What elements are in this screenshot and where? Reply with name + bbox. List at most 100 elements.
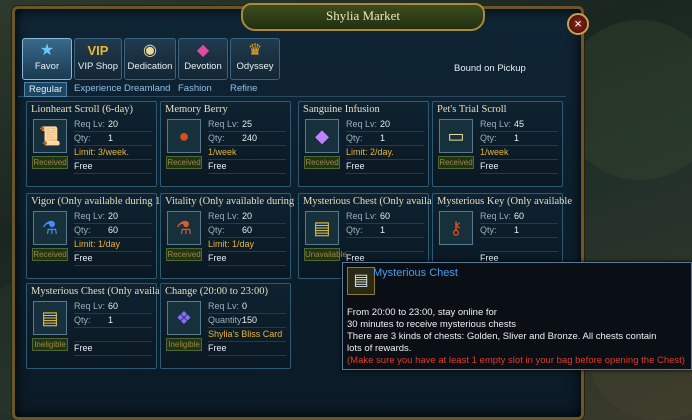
price-value: Free <box>74 343 93 353</box>
quantity-label: Qty: <box>74 133 91 143</box>
subtab-refine[interactable]: Refine <box>226 82 261 95</box>
key-icon[interactable]: ⚷ <box>439 211 473 245</box>
subtab-dreamland[interactable]: Dreamland <box>120 82 174 95</box>
close-button[interactable]: × <box>567 13 589 35</box>
price-value: Free <box>208 343 227 353</box>
price-row: Free <box>74 252 152 266</box>
req-level-label: Req Lv: <box>208 119 240 129</box>
star-icon: ★ <box>39 42 55 59</box>
req-level-row: Req Lv: 60 <box>480 210 558 224</box>
quantity-row: Qty: 1 <box>480 224 558 238</box>
item-name: Vigor (Only available during 18:00 <box>31 196 180 207</box>
tab-dedication[interactable]: ◉ Dedication <box>124 38 176 80</box>
status-button[interactable]: Received <box>304 156 340 169</box>
limit-row <box>480 238 558 252</box>
chest-icon[interactable]: ▤ <box>305 211 339 245</box>
quantity-row: Quantity:150 <box>208 314 286 328</box>
eye-icon: ◉ <box>143 42 157 59</box>
chest-icon[interactable]: ▤ <box>33 301 67 335</box>
req-level-row: Req Lv: 20 <box>208 210 286 224</box>
item-card[interactable]: Vitality (Only available during 18:00 ⚗ Re… <box>160 193 321 279</box>
parchment-icon[interactable]: ▭ <box>439 119 473 153</box>
price-value: Free <box>346 161 365 171</box>
potion-icon[interactable]: ⚗ <box>33 211 67 245</box>
item-card[interactable]: Memory Berry ● Received Req Lv: 25 Qty: 240 1/w… <box>160 101 291 187</box>
limit-value: 1/week <box>208 147 237 157</box>
req-level-label: Req Lv: <box>346 211 378 221</box>
limit-row: Limit: 1/day <box>74 238 152 252</box>
req-level-row: Req Lv: 20 <box>74 210 152 224</box>
quantity-value: 60 <box>108 225 119 235</box>
price-row: Free <box>208 342 286 356</box>
status-button[interactable]: Unavailable <box>304 248 347 261</box>
status-button[interactable]: Received <box>32 156 68 169</box>
subtab-experience[interactable]: Experience <box>70 82 126 95</box>
quantity-label: Quantity: <box>208 315 245 325</box>
limit-value: Shylia's Bliss Card <box>208 329 283 339</box>
status-button[interactable]: Ineligible <box>32 338 68 351</box>
item-name: Pet's Trial Scroll <box>437 104 507 115</box>
close-icon: × <box>574 16 582 31</box>
limit-row: Shylia's Bliss Card <box>208 328 286 342</box>
limit-row <box>346 238 424 252</box>
price-row: Free <box>74 342 152 356</box>
req-level-row: Req Lv: 60 <box>346 210 424 224</box>
tab-favor[interactable]: ★ Favor <box>22 38 72 80</box>
item-card[interactable]: Sanguine Infusion ◆ Received Req Lv: 20 Qty: 1… <box>298 101 429 187</box>
quantity-row: Qty: 1 <box>346 132 424 146</box>
item-card[interactable]: Lionheart Scroll (6-day) 📜 Received Req Lv:… <box>26 101 157 187</box>
req-level-label: Req Lv: <box>346 119 378 129</box>
limit-row: Limit: 2/day. <box>346 146 424 160</box>
req-level-row: Req Lv: 45 <box>480 118 558 132</box>
scroll-icon[interactable]: 📜 <box>33 119 67 153</box>
status-button[interactable]: Received <box>166 156 202 169</box>
quantity-row: Qty: 240 <box>208 132 286 146</box>
subcategory-tabs: Regular Experience Dreamland Fashion Ref… <box>18 82 566 97</box>
subtab-fashion[interactable]: Fashion <box>174 82 216 95</box>
limit-value: Limit: 1/day <box>74 239 121 249</box>
tab-label: Favor <box>34 61 60 72</box>
price-value: Free <box>208 161 227 171</box>
item-card[interactable]: Vigor (Only available during 18:00 ⚗ Recei… <box>26 193 180 279</box>
item-name: Change (20:00 to 23:00) <box>165 286 268 297</box>
quantity-label: Qty: <box>480 225 497 235</box>
status-button[interactable]: Received <box>32 248 68 261</box>
bliss-card-icon[interactable]: ❖ <box>167 301 201 335</box>
crystal-icon[interactable]: ◆ <box>305 119 339 153</box>
limit-row: 1/week <box>208 146 286 160</box>
quantity-label: Qty: <box>346 225 363 235</box>
item-name: Memory Berry <box>165 104 228 115</box>
tooltip-line: lots of rewards. <box>347 343 412 354</box>
quantity-value: 240 <box>242 133 258 143</box>
price-value: Free <box>74 253 93 263</box>
tab-vip-shop[interactable]: VIP VIP Shop <box>74 38 122 80</box>
status-button[interactable]: Ineligible <box>166 338 202 351</box>
tab-label: Odyssey <box>236 61 274 72</box>
item-tooltip: ▤ Mysterious Chest From 20:00 to 23:00, … <box>342 262 692 370</box>
item-name: Vitality (Only available during 18:00 <box>165 196 321 207</box>
potion-red-icon[interactable]: ⚗ <box>167 211 201 245</box>
tab-devotion[interactable]: ◆ Devotion <box>178 38 228 80</box>
berry-icon[interactable]: ● <box>167 119 201 153</box>
quantity-row: Qty: 1 <box>74 314 152 328</box>
tab-odyssey[interactable]: ♛ Odyssey <box>230 38 280 80</box>
req-level-value: 25 <box>242 119 253 129</box>
item-card[interactable]: Mysterious Chest (Only available ▤ Ineligi… <box>26 283 172 369</box>
quantity-label: Qty: <box>346 133 363 143</box>
limit-row: 1/week <box>480 146 558 160</box>
crown-icon: ♛ <box>247 42 263 59</box>
subtab-regular[interactable]: Regular <box>24 82 68 97</box>
item-card[interactable]: Change (20:00 to 23:00) ❖ Ineligible Req Lv… <box>160 283 291 369</box>
quantity-row: Qty: 60 <box>74 224 152 238</box>
req-level-row: Req Lv: 20 <box>74 118 152 132</box>
price-row: Free <box>208 160 286 174</box>
item-card[interactable]: Pet's Trial Scroll ▭ Received Req Lv: 45 Qty:… <box>432 101 563 187</box>
item-name: Mysterious Key (Only available <box>437 196 573 207</box>
status-button[interactable]: Received <box>438 156 474 169</box>
req-level-row: Req Lv: 20 <box>346 118 424 132</box>
tab-label: VIP Shop <box>78 61 118 72</box>
status-button[interactable]: Received <box>166 248 202 261</box>
req-level-value: 0 <box>242 301 248 311</box>
tooltip-warning: (Make sure you have at least 1 empty slo… <box>347 355 685 366</box>
tooltip-line: 30 minutes to receive mysterious chests <box>347 319 516 330</box>
